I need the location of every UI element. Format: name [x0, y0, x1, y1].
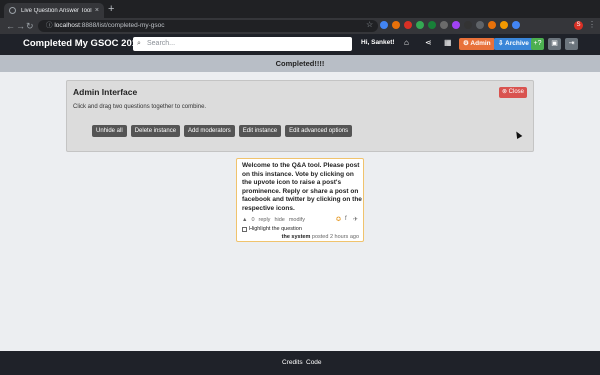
vote-count: 0	[251, 217, 255, 223]
admin-hint: Click and drag two questions together to…	[73, 104, 207, 110]
back-icon[interactable]: ←	[6, 20, 15, 32]
user-greeting[interactable]: Hi, Sanket!	[361, 39, 395, 46]
post-text: Welcome to the Q&A tool. Please post on …	[242, 162, 362, 212]
hide-link[interactable]: hide	[274, 217, 284, 223]
extension-icon[interactable]	[380, 21, 388, 29]
extension-icon[interactable]	[440, 21, 448, 29]
modify-link[interactable]: modify	[289, 217, 305, 223]
qr-code-icon[interactable]: ▦	[444, 38, 452, 47]
edit-instance-button[interactable]: Edit instance	[238, 125, 282, 137]
highlight-checkbox[interactable]	[242, 226, 247, 232]
reload-icon[interactable]: ↻	[26, 20, 34, 32]
tab-close-icon[interactable]: ×	[95, 7, 99, 14]
code-link[interactable]: Code	[306, 359, 322, 366]
footer: Credits Code	[0, 351, 600, 375]
post-meta: ▲ 0 reply hide modify	[242, 217, 305, 223]
app-title[interactable]: Completed My GSOC 2019	[23, 38, 142, 49]
archive-icon: ⇩	[498, 40, 506, 47]
extension-icon[interactable]	[428, 21, 436, 29]
tab-title: Live Question Answer Tool	[21, 7, 92, 14]
browser-menu-icon[interactable]: ⋮	[588, 20, 596, 29]
post-author: the system	[281, 234, 311, 240]
archive-button[interactable]: ⇩ Archive	[494, 38, 533, 50]
close-icon: ⊗	[501, 89, 509, 95]
facebook-icon[interactable]: f	[345, 216, 347, 222]
browser-toolbar: ← → ↻ ⓘ localhost:8888/list/completed-my…	[0, 18, 600, 34]
admin-button[interactable]: ⚙ Admin	[459, 38, 495, 50]
add-moderators-button[interactable]: Add moderators	[184, 125, 235, 137]
extension-icon[interactable]	[512, 21, 520, 29]
url-host: localhost	[54, 22, 80, 29]
extension-icon[interactable]	[464, 21, 472, 29]
share-icon[interactable]: ⋖	[425, 38, 432, 47]
post-card[interactable]: Welcome to the Q&A tool. Please post on …	[236, 158, 364, 242]
logout-icon[interactable]: ⇥	[565, 38, 578, 50]
extension-icons	[380, 21, 520, 29]
profile-avatar[interactable]: S	[574, 21, 583, 30]
post-time: posted 2 hours ago	[311, 234, 359, 240]
bookmark-star-icon[interactable]: ☆	[366, 20, 373, 29]
admin-button-label: Admin	[470, 40, 491, 47]
forward-icon[interactable]: →	[16, 20, 25, 32]
twitter-icon[interactable]: ✈	[353, 216, 358, 223]
extension-icon[interactable]	[404, 21, 412, 29]
extension-icon[interactable]	[476, 21, 484, 29]
archive-button-label: Archive	[505, 40, 529, 47]
address-bar[interactable]: ⓘ localhost:8888/list/completed-my-gsoc	[38, 20, 378, 32]
upvote-icon[interactable]: ▲	[242, 217, 247, 223]
completed-banner: Completed!!!!	[0, 55, 600, 72]
credits-link[interactable]: Credits	[282, 359, 303, 366]
extension-icon[interactable]	[500, 21, 508, 29]
delete-instance-button[interactable]: Delete instance	[130, 125, 181, 137]
unhide-all-button[interactable]: Unhide all	[92, 125, 127, 137]
admin-panel-title: Admin Interface	[73, 87, 138, 97]
edit-advanced-options-button[interactable]: Edit advanced options	[285, 125, 353, 137]
search-icon: ⌕	[137, 40, 141, 47]
highlight-checkbox-row[interactable]: Highlight the question	[242, 226, 302, 232]
admin-panel: Admin Interface ⊗ Close Click and drag t…	[66, 80, 534, 152]
post-byline: the system posted 2 hours ago	[282, 234, 359, 240]
url-path: :8888/list/completed-my-gsoc	[79, 22, 165, 29]
browser-tabstrip: Live Question Answer Tool × +	[0, 0, 600, 18]
close-button-label: Close	[508, 89, 524, 95]
browser-tab[interactable]: Live Question Answer Tool ×	[4, 3, 104, 18]
extension-icon[interactable]	[452, 21, 460, 29]
search-placeholder: Search...	[147, 40, 176, 47]
help-button[interactable]: +?	[531, 38, 544, 50]
new-tab-button[interactable]: +	[108, 3, 114, 15]
reply-link[interactable]: reply	[259, 217, 271, 223]
search-input[interactable]: ⌕ Search...	[133, 37, 352, 51]
pin-icon[interactable]: ✪	[336, 216, 341, 223]
globe-icon	[9, 7, 16, 14]
extension-icon[interactable]	[392, 21, 400, 29]
home-icon[interactable]: ⌂	[404, 38, 409, 47]
app-navbar: Completed My GSOC 2019 ⌕ Search... Hi, S…	[0, 34, 600, 55]
highlight-label: Highlight the question	[249, 226, 302, 232]
admin-actions: Unhide all Delete instance Add moderator…	[92, 125, 353, 137]
extension-icon[interactable]	[416, 21, 424, 29]
present-icon[interactable]: ▣	[548, 38, 561, 50]
extension-icon[interactable]	[488, 21, 496, 29]
close-button[interactable]: ⊗ Close	[498, 87, 527, 98]
